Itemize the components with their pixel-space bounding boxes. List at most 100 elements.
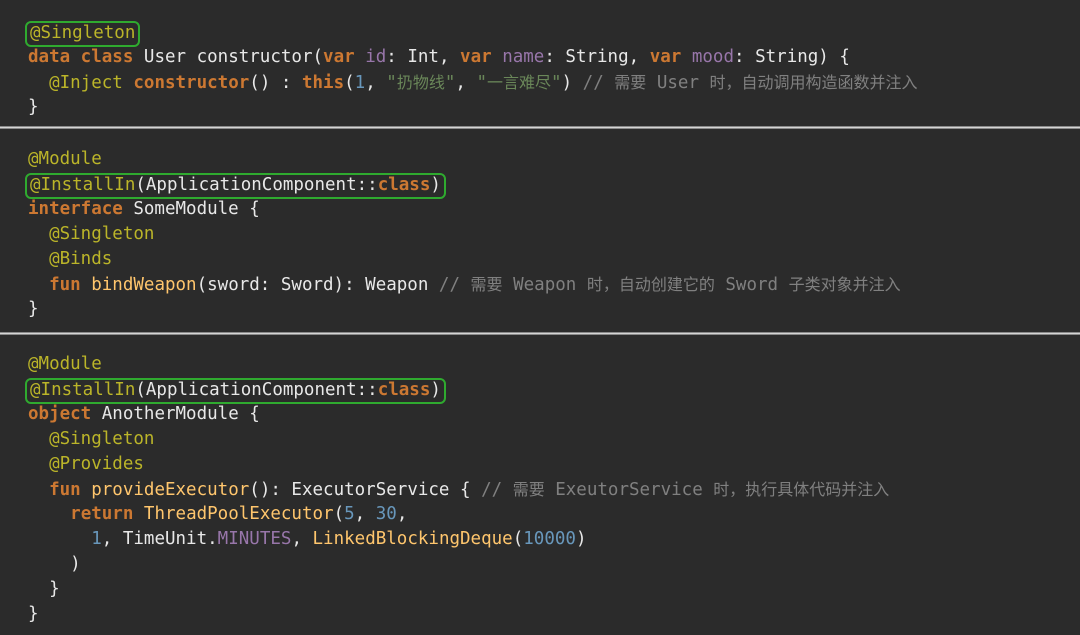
code-token-anno: @Inject — [49, 73, 133, 93]
code-line: @Inject constructor() : this(1, "扔物线", "… — [28, 70, 1080, 95]
code-lines: @Module@InstallIn(ApplicationComponent::… — [0, 352, 1080, 627]
cjk-text: 需要 — [471, 275, 503, 294]
code-token-fn: provideExecutor — [91, 480, 249, 500]
code-token-plain — [28, 504, 70, 524]
code-token-str: "扔物线" — [386, 73, 455, 93]
code-snippet-page: @Singletondata class User constructor(va… — [0, 0, 1080, 601]
code-token-plain: : Int, — [386, 47, 460, 67]
code-line: return ThreadPoolExecutor(5, 30, — [28, 502, 1080, 527]
code-line: } — [28, 297, 1080, 322]
code-token-param: MINUTES — [218, 529, 292, 549]
code-token-plain: User constructor( — [144, 47, 323, 67]
code-line: @Provides — [28, 452, 1080, 477]
code-block-another-module: @Module@InstallIn(ApplicationComponent::… — [0, 335, 1080, 635]
code-token-plain: , TimeUnit. — [102, 529, 218, 549]
code-token-plain: , — [355, 504, 376, 524]
code-line: data class User constructor(var id: Int,… — [28, 45, 1080, 70]
code-line: @Binds — [28, 247, 1080, 272]
code-line: 1, TimeUnit.MINUTES, LinkedBlockingDeque… — [28, 527, 1080, 552]
code-token-anno: @InstallIn — [30, 380, 135, 400]
code-token-kw: return — [70, 504, 144, 524]
code-token-num: 10000 — [523, 529, 576, 549]
code-token-param: id — [365, 47, 386, 67]
highlight-box: @Singleton — [25, 21, 140, 47]
code-token-anno: @InstallIn — [30, 175, 135, 195]
code-block-some-module: @Module@InstallIn(ApplicationComponent::… — [0, 129, 1080, 332]
code-token-plain: ) — [28, 554, 81, 574]
code-token-plain: ) — [562, 73, 583, 93]
code-token-plain: , — [397, 504, 408, 524]
code-token-plain: } — [28, 579, 60, 599]
code-token-kw: data class — [28, 47, 144, 67]
cjk-text: 扔物线 — [397, 73, 445, 92]
code-token-cmt: // 需要 Weapon 时，自动创建它的 Sword 子类对象并注入 — [439, 275, 901, 295]
cjk-text: 需要 — [614, 73, 646, 92]
code-token-kw: fun — [49, 275, 91, 295]
code-line: @Module — [28, 147, 1080, 172]
code-token-plain: : String, — [544, 47, 649, 67]
code-token-num: 30 — [376, 504, 397, 524]
code-token-plain: } — [28, 604, 39, 624]
code-token-anno: @Singleton — [49, 429, 154, 449]
code-token-param: name — [502, 47, 544, 67]
code-token-plain: } — [28, 299, 39, 319]
code-lines: @Module@InstallIn(ApplicationComponent::… — [0, 147, 1080, 322]
code-token-anno: @Module — [28, 149, 102, 169]
code-token-num: 1 — [355, 73, 366, 93]
code-token-plain: } — [28, 97, 39, 117]
code-token-kw: class — [378, 380, 431, 400]
cjk-text: 一言难尽 — [487, 73, 551, 92]
code-token-kw: constructor — [133, 73, 249, 93]
code-token-plain: ( — [334, 504, 345, 524]
cjk-text: 时，自动创建它的 — [587, 275, 715, 294]
code-token-cmt: // 需要 ExeutorService 时，执行具体代码并注入 — [481, 480, 889, 500]
code-token-num: 1 — [91, 529, 102, 549]
code-token-kw: fun — [49, 480, 91, 500]
code-token-kw: class — [378, 175, 431, 195]
code-token-plain: : String) { — [734, 47, 850, 67]
code-token-plain — [28, 224, 49, 244]
code-token-kw: var — [650, 47, 692, 67]
cjk-text: 需要 — [513, 480, 545, 499]
code-token-plain — [28, 429, 49, 449]
code-token-anno: @Singleton — [30, 23, 135, 43]
cjk-text: 时，执行具体代码并注入 — [713, 480, 889, 499]
code-token-num: 5 — [344, 504, 355, 524]
highlight-box: @InstallIn(ApplicationComponent::class) — [25, 378, 446, 404]
code-token-plain — [28, 73, 49, 93]
code-line: @Singleton — [28, 20, 1080, 45]
code-token-anno: @Module — [28, 354, 102, 374]
highlight-box: @InstallIn(ApplicationComponent::class) — [25, 173, 446, 199]
code-token-plain: ( — [344, 73, 355, 93]
code-line: } — [28, 577, 1080, 602]
code-line: interface SomeModule { — [28, 197, 1080, 222]
code-token-plain: SomeModule { — [133, 199, 259, 219]
code-line: @Singleton — [28, 222, 1080, 247]
code-token-fn: bindWeapon — [91, 275, 196, 295]
code-token-plain: ) — [576, 529, 587, 549]
code-token-plain: () : — [249, 73, 302, 93]
code-token-fn: ThreadPoolExecutor — [144, 504, 334, 524]
cjk-text: 时，自动调用构造函数并注入 — [710, 73, 918, 92]
code-line: } — [28, 95, 1080, 120]
code-line: fun bindWeapon(sword: Sword): Weapon // … — [28, 272, 1080, 297]
code-token-kw: object — [28, 404, 102, 424]
code-token-anno: @Singleton — [49, 224, 154, 244]
code-line: @InstallIn(ApplicationComponent::class) — [28, 377, 1080, 402]
code-line: object AnotherModule { — [28, 402, 1080, 427]
code-token-plain: AnotherModule { — [102, 404, 260, 424]
code-lines: @Singletondata class User constructor(va… — [0, 20, 1080, 120]
code-token-plain — [28, 249, 49, 269]
code-line: ) — [28, 552, 1080, 577]
code-token-fn: LinkedBlockingDeque — [313, 529, 513, 549]
code-token-cmt: // 需要 User 时，自动调用构造函数并注入 — [583, 73, 918, 93]
code-token-plain: , — [365, 73, 386, 93]
code-token-plain: (sword: Sword): Weapon — [197, 275, 439, 295]
code-token-kw: var — [460, 47, 502, 67]
code-token-anno: @Provides — [49, 454, 144, 474]
code-line: } — [28, 602, 1080, 627]
code-token-plain — [28, 480, 49, 500]
code-token-plain — [28, 529, 91, 549]
code-token-kw: var — [323, 47, 365, 67]
code-token-plain: (): ExecutorService { — [249, 480, 481, 500]
